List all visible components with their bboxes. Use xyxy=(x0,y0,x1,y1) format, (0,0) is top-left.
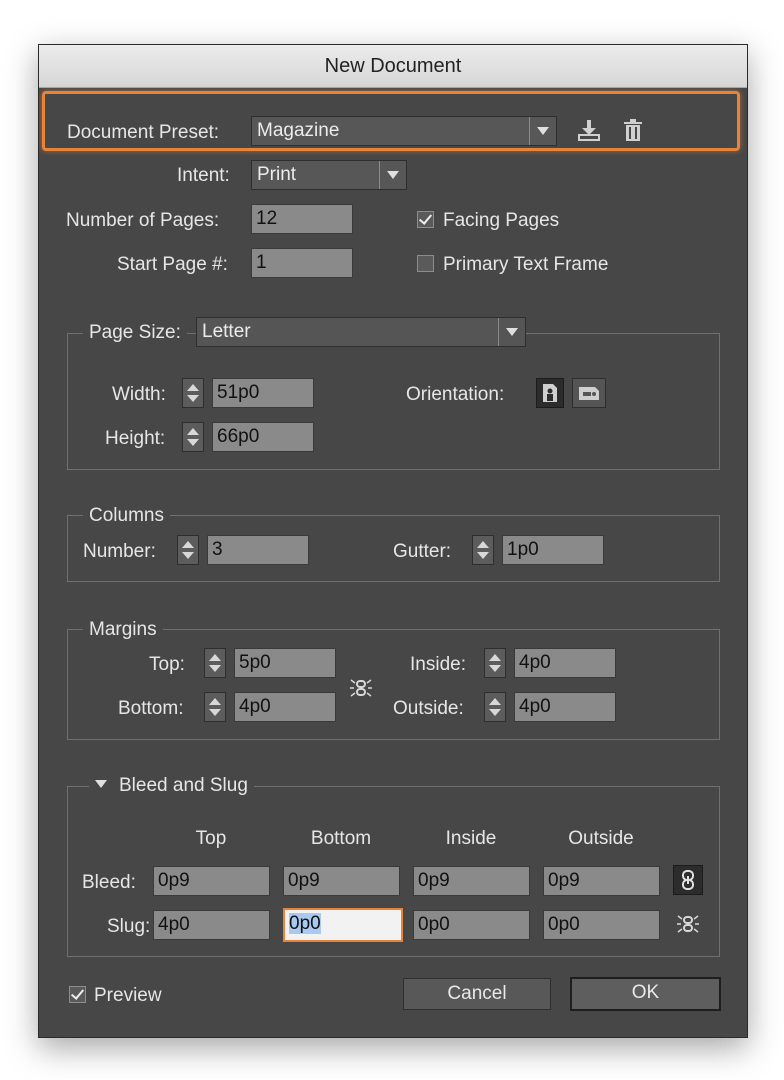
page-size-value: Letter xyxy=(202,321,251,342)
margin-inside-stepper[interactable] xyxy=(484,648,506,678)
columns-number-label: Number: xyxy=(83,541,156,562)
start-page-input[interactable]: 1 xyxy=(251,248,353,278)
slug-inside-input[interactable]: 0p0 xyxy=(413,910,530,940)
primary-text-frame-checkbox[interactable] xyxy=(417,255,434,272)
orientation-label: Orientation: xyxy=(406,384,505,405)
height-stepper[interactable] xyxy=(182,422,204,452)
intent-value: Print xyxy=(257,164,297,185)
col-header-bottom: Bottom xyxy=(310,828,372,849)
pages-input[interactable]: 12 xyxy=(251,204,353,234)
slug-bottom-input[interactable]: 0p0 xyxy=(283,908,403,942)
pages-label: Number of Pages: xyxy=(66,210,220,231)
linked-chain-icon[interactable] xyxy=(673,865,703,895)
preview-checkbox[interactable] xyxy=(69,986,86,1003)
col-header-outside: Outside xyxy=(568,828,634,849)
margin-top-label: Top: xyxy=(149,654,185,675)
margin-inside-label: Inside: xyxy=(410,654,466,675)
slug-outside-input[interactable]: 0p0 xyxy=(543,910,660,940)
margins-legend: Margins xyxy=(83,619,163,641)
margin-outside-stepper[interactable] xyxy=(484,692,506,722)
cancel-button[interactable]: Cancel xyxy=(403,978,551,1010)
width-label: Width: xyxy=(112,384,166,405)
slug-label: Slug: xyxy=(107,916,151,937)
primary-text-frame-label[interactable]: Primary Text Frame xyxy=(443,254,608,276)
unlinked-chain-icon[interactable] xyxy=(347,673,375,703)
margin-bottom-stepper[interactable] xyxy=(204,692,226,722)
columns-number-input[interactable]: 3 xyxy=(207,535,309,565)
col-header-top: Top xyxy=(195,828,227,849)
margin-bottom-input[interactable]: 4p0 xyxy=(234,692,336,722)
columns-number-stepper[interactable] xyxy=(177,535,199,565)
chevron-down-icon xyxy=(529,117,556,145)
preset-value: Magazine xyxy=(257,120,340,141)
gutter-stepper[interactable] xyxy=(472,535,494,565)
bleed-bottom-input[interactable]: 0p9 xyxy=(283,866,400,896)
start-page-label: Start Page #: xyxy=(117,254,228,275)
height-input[interactable]: 66p0 xyxy=(212,422,314,452)
trash-icon[interactable] xyxy=(619,116,647,146)
bleed-top-input[interactable]: 0p9 xyxy=(153,866,270,896)
slug-bottom-selected-text: 0p0 xyxy=(289,913,321,934)
margin-outside-input[interactable]: 4p0 xyxy=(514,692,616,722)
intent-select[interactable]: Print xyxy=(251,160,407,190)
facing-pages-checkbox[interactable] xyxy=(417,211,434,228)
slug-top-input[interactable]: 4p0 xyxy=(153,910,270,940)
bleed-inside-input[interactable]: 0p9 xyxy=(413,866,530,896)
new-document-dialog: New Document Document Preset: Magazine I… xyxy=(38,44,748,1038)
portrait-orientation-icon[interactable] xyxy=(536,378,564,408)
margin-top-stepper[interactable] xyxy=(204,648,226,678)
bleed-label: Bleed: xyxy=(82,872,136,893)
dialog-title: New Document xyxy=(39,45,747,88)
ok-button[interactable]: OK xyxy=(570,977,721,1011)
margin-inside-input[interactable]: 4p0 xyxy=(514,648,616,678)
save-preset-icon[interactable] xyxy=(573,116,605,146)
height-label: Height: xyxy=(105,428,166,449)
margin-outside-label: Outside: xyxy=(393,698,464,719)
disclosure-triangle-icon[interactable] xyxy=(95,779,107,788)
chevron-down-icon xyxy=(498,318,525,346)
width-stepper[interactable] xyxy=(182,378,204,408)
gutter-input[interactable]: 1p0 xyxy=(502,535,604,565)
bleed-slug-title: Bleed and Slug xyxy=(119,775,248,796)
unlinked-chain-icon[interactable] xyxy=(673,909,703,939)
page-size-select[interactable]: Letter xyxy=(196,317,526,347)
columns-legend: Columns xyxy=(83,505,170,527)
preset-select[interactable]: Magazine xyxy=(251,116,557,146)
landscape-orientation-icon[interactable] xyxy=(572,378,606,408)
facing-pages-label[interactable]: Facing Pages xyxy=(443,210,559,232)
bleed-outside-input[interactable]: 0p9 xyxy=(543,866,660,896)
margin-bottom-label: Bottom: xyxy=(118,698,184,719)
col-header-inside: Inside xyxy=(445,828,497,849)
bleed-slug-legend[interactable]: Bleed and Slug xyxy=(89,775,254,797)
margins-group xyxy=(67,629,720,740)
intent-label: Intent: xyxy=(177,165,230,186)
margin-top-input[interactable]: 5p0 xyxy=(234,648,336,678)
gutter-label: Gutter: xyxy=(393,541,452,562)
preset-label: Document Preset: xyxy=(67,122,220,143)
chevron-down-icon xyxy=(379,161,406,189)
preview-label[interactable]: Preview xyxy=(94,985,162,1007)
width-input[interactable]: 51p0 xyxy=(212,378,314,408)
page-size-label: Page Size: xyxy=(83,322,187,344)
